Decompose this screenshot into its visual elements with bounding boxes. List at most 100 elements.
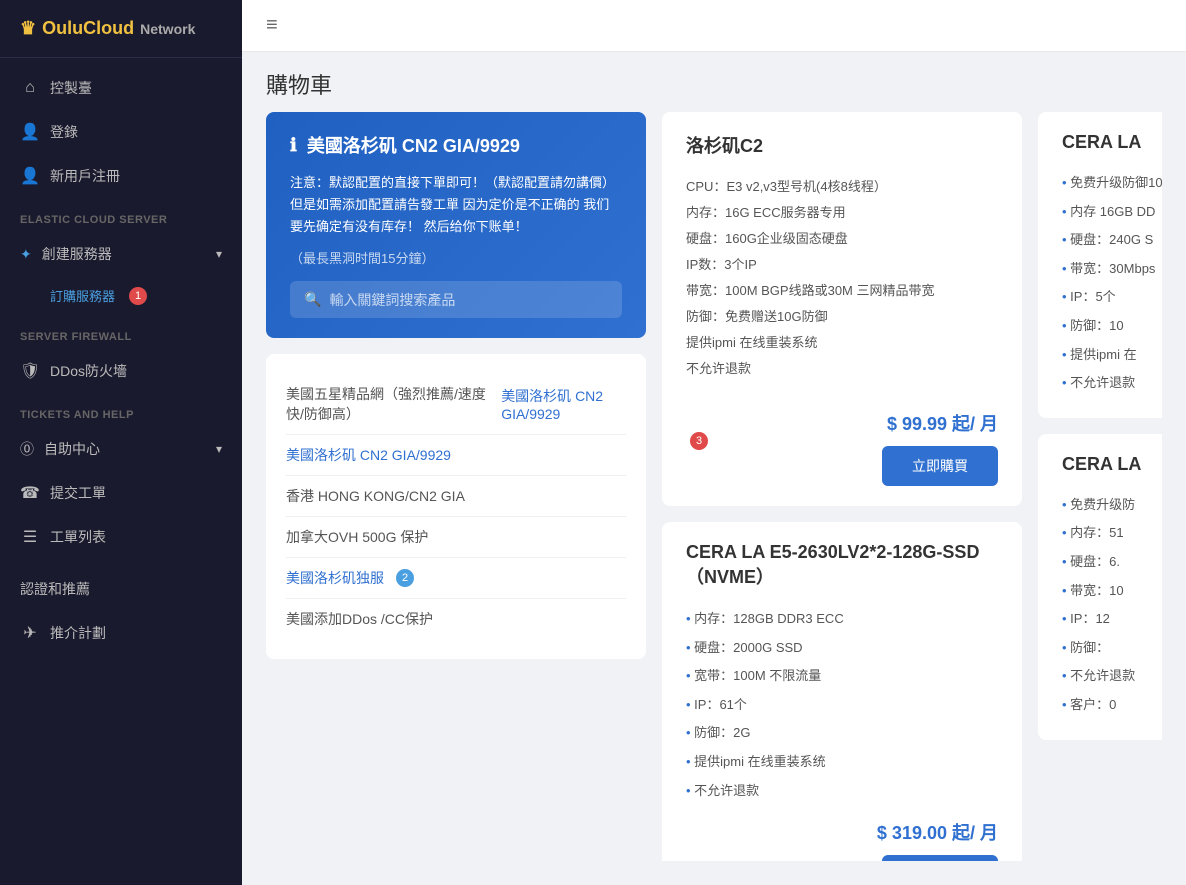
main-content: ≡ 購物車 ℹ 美國洛杉矶 CN2 GIA/9929 注意：默認配置的直接下單即… (242, 0, 1186, 885)
brand-logo: ♛ OuluCloudNetwork (0, 0, 242, 58)
banner-text: 注意：默認配置的直接下單即可！（默認配置請勿講價）但是如需添加配置請告發工單 因… (290, 172, 622, 238)
spec-item: 客户：0 (1062, 691, 1162, 720)
list-item: 美國洛杉矶独服 2 (286, 558, 626, 599)
info-icon: ℹ (290, 135, 297, 156)
card-price: $ 319.00 起/ 月 (686, 819, 998, 845)
crown-icon: ♛ (20, 18, 36, 39)
main-layout: ℹ 美國洛杉矶 CN2 GIA/9929 注意：默認配置的直接下單即可！（默認配… (266, 112, 1162, 861)
banner-header: ℹ 美國洛杉矶 CN2 GIA/9929 (290, 132, 622, 158)
section-tickets: TICKETS AND HELP (0, 393, 242, 427)
sidebar-item-login[interactable]: 👤 登錄 (0, 110, 242, 154)
spec-item: 防御：2G (686, 719, 998, 748)
sidebar-item-create-server[interactable]: ✦ 創建服務器 ▾ (0, 232, 242, 276)
ddos-label: DDos防火墻 (50, 361, 127, 381)
shield-icon: 🛡 (20, 361, 40, 381)
buy-button-1[interactable]: 立即購買 (882, 446, 998, 486)
spec-line: 不允许退款 (686, 356, 998, 382)
referral-label: 推介計劃 (50, 623, 106, 643)
sidebar-item-referral[interactable]: ✈ 推介計劃 (0, 611, 242, 655)
card-specs-list-2: 免费升级防御10 内存 16GB DD 硬盘：240G S 带宽：30Mbps … (1062, 169, 1162, 398)
card-badge-3: 3 (690, 432, 708, 450)
card-specs-list-3: 免费升级防 内存：51 硬盘：6. 带宽：10 IP：12 防御： 不允许退款 … (1062, 491, 1162, 720)
spec-item: IP：5个 (1062, 283, 1162, 312)
hamburger-icon[interactable]: ≡ (266, 14, 278, 37)
sidebar-item-order-server[interactable]: 訂購服務器 1 (0, 276, 242, 315)
sidebar-item-register[interactable]: 👤 新用戶注冊 (0, 154, 242, 198)
cards-container: 洛杉矶C2 CPU：E3 v2,v3型号机(4核8线程） 内存：16G ECC服… (662, 112, 1162, 861)
sidebar-item-label: 登錄 (50, 122, 78, 142)
product-list-panel: 美國五星精品網（強烈推薦/速度快/防御高） 美國洛杉矶 CN2 GIA/9929… (266, 354, 646, 659)
spec-item: 免费升级防 (1062, 491, 1162, 520)
phone-icon: ☎ (20, 483, 40, 503)
card-title: CERA LA (1062, 454, 1162, 475)
list-item-link-1-main[interactable]: 美國洛杉矶 CN2 GIA/9929 (286, 445, 451, 465)
spec-item: 内存：128GB DDR3 ECC (686, 605, 998, 634)
card-title: 洛杉矶C2 (686, 132, 998, 158)
card-column-1: 洛杉矶C2 CPU：E3 v2,v3型号机(4核8线程） 内存：16G ECC服… (662, 112, 1022, 861)
page-title: 購物車 (242, 52, 1186, 112)
spec-item: 提供ipmi 在线重装系统 (686, 748, 998, 777)
search-input[interactable] (329, 292, 608, 308)
user-plus-icon: 👤 (20, 166, 40, 186)
spec-line: 防御：免费赠送10G防御 (686, 304, 998, 330)
self-service-label: 自助中心 (44, 439, 100, 459)
buy-button-2[interactable]: 立即購買 (882, 855, 998, 861)
chevron-down-icon-help: ▾ (216, 442, 222, 456)
spec-item: 内存：51 (1062, 519, 1162, 548)
card-column-2: CERA LA 免费升级防御10 内存 16GB DD 硬盘：240G S 带宽… (1038, 112, 1162, 861)
spec-item: 提供ipmi 在 (1062, 341, 1162, 370)
self-service-icon: ⓪ (20, 439, 34, 459)
spec-item: 不允许退款 (1062, 369, 1162, 398)
spec-item: 防御： (1062, 634, 1162, 663)
content-area: ℹ 美國洛杉矶 CN2 GIA/9929 注意：默認配置的直接下單即可！（默認配… (242, 112, 1186, 885)
product-card-cera-e5: CERA LA E5-2630LV2*2-128G-SSD（NVME） 内存：1… (662, 522, 1022, 861)
left-column: ℹ 美國洛杉矶 CN2 GIA/9929 注意：默認配置的直接下單即可！（默認配… (266, 112, 646, 861)
sidebar-item-label: 控製臺 (50, 78, 92, 98)
sidebar-item-ddos[interactable]: 🛡 DDos防火墻 (0, 349, 242, 393)
card-footer: 3 $ 99.99 起/ 月 立即購買 (686, 396, 998, 486)
sidebar-navigation: ⌂ 控製臺 👤 登錄 👤 新用戶注冊 ELASTIC CLOUD SERVER … (0, 58, 242, 885)
topbar: ≡ (242, 0, 1186, 52)
list-item-link-1[interactable]: 美國洛杉矶 CN2 GIA/9929 (501, 386, 626, 422)
spec-line: CPU：E3 v2,v3型号机(4核8线程） (686, 174, 998, 200)
certification-label: 認證和推薦 (20, 579, 90, 599)
banner-heading: 美國洛杉矶 CN2 GIA/9929 (307, 132, 520, 158)
order-server-badge: 1 (129, 287, 147, 305)
spec-item: 不允许退款 (1062, 662, 1162, 691)
info-banner: ℹ 美國洛杉矶 CN2 GIA/9929 注意：默認配置的直接下單即可！（默認配… (266, 112, 646, 338)
telegram-icon: ✈ (20, 623, 40, 643)
list-item: 香港 HONG KONG/CN2 GIA (286, 476, 626, 517)
sidebar-item-submit-ticket[interactable]: ☎ 提交工單 (0, 471, 242, 515)
home-icon: ⌂ (20, 79, 40, 97)
sidebar-item-self-service[interactable]: ⓪ 自助中心 ▾ (0, 427, 242, 471)
sidebar: ♛ OuluCloudNetwork ⌂ 控製臺 👤 登錄 👤 新用戶注冊 EL… (0, 0, 242, 885)
spec-item: 内存 16GB DD (1062, 198, 1162, 227)
brand-name-network: Network (140, 21, 195, 37)
list-item-text: 加拿大OVH 500G 保护 (286, 527, 428, 547)
spec-item: 带宽：30Mbps (1062, 255, 1162, 284)
list-item-text: 美國添加DDos /CC保护 (286, 609, 433, 629)
create-server-label: 創建服務器 (42, 244, 112, 264)
spec-item: 硬盘：6. (1062, 548, 1162, 577)
spec-item: 带宽：10 (1062, 577, 1162, 606)
search-icon: 🔍 (304, 291, 321, 308)
sidebar-item-ticket-list[interactable]: ☰ 工單列表 (0, 515, 242, 559)
card-price: $ 99.99 起/ 月 (882, 410, 998, 436)
sidebar-item-certification[interactable]: 認證和推薦 (0, 567, 242, 611)
product-card-cera-la-2: CERA LA 免费升级防 内存：51 硬盘：6. 带宽：10 IP：12 防御… (1038, 434, 1162, 740)
search-bar[interactable]: 🔍 (290, 281, 622, 318)
share-icon: ✦ (20, 246, 32, 263)
list-item: 美國洛杉矶 CN2 GIA/9929 (286, 435, 626, 476)
sidebar-item-label: 新用戶注冊 (50, 166, 120, 186)
sidebar-item-dashboard[interactable]: ⌂ 控製臺 (0, 66, 242, 110)
card-title: CERA LA (1062, 132, 1162, 153)
order-server-label: 訂購服務器 (50, 286, 115, 305)
spec-line: 提供ipmi 在线重装系统 (686, 330, 998, 356)
section-firewall: SERVER FIREWALL (0, 315, 242, 349)
spec-item: 硬盘：2000G SSD (686, 634, 998, 663)
banner-note: （最長黑洞时間15分鐘） (290, 248, 622, 267)
list-item-text: 美國五星精品網（強烈推薦/速度快/防御高） (286, 384, 493, 424)
spec-item: 硬盘：240G S (1062, 226, 1162, 255)
list-item-link-2[interactable]: 美國洛杉矶独服 (286, 568, 384, 588)
card-price-section: $ 99.99 起/ 月 立即購買 (882, 396, 998, 486)
